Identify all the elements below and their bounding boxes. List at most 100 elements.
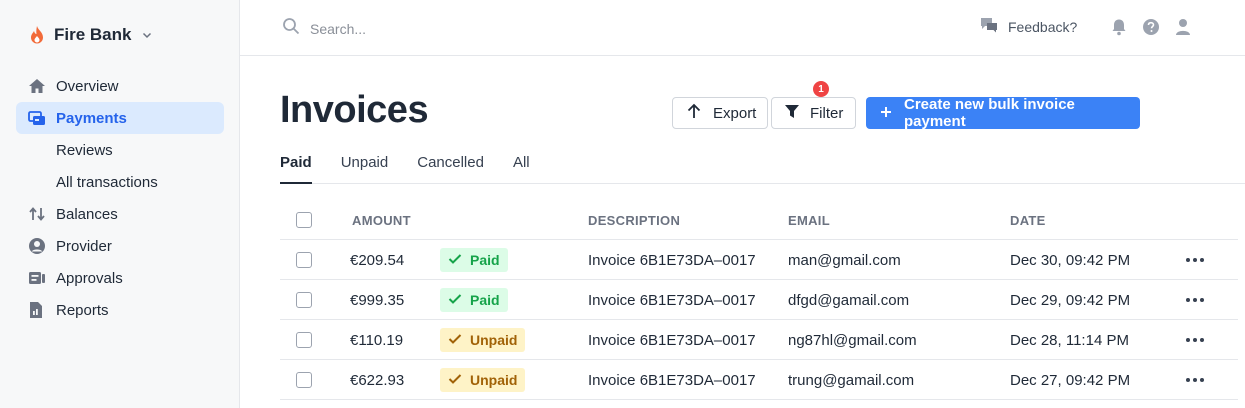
status-cell: Paid [440,240,508,280]
row-actions[interactable] [1186,280,1204,320]
sidebar-item-all-transactions[interactable]: All transactions [16,166,224,198]
email-cell: man@gmail.com [788,251,901,269]
check-icon [448,292,462,308]
arrow-up-icon [685,102,703,124]
description-cell: Invoice 6B1E73DA–0017 [588,331,756,349]
date-cell: Dec 27, 09:42 PM [1010,371,1131,389]
search-input[interactable] [310,20,610,37]
tab-cancelled[interactable]: Cancelled [417,150,484,184]
status-cell: Unpaid [440,320,526,360]
help-icon[interactable] [1142,18,1160,36]
flame-icon [28,25,46,45]
topbar-actions [1110,18,1192,36]
sidebar-item-balances[interactable]: Balances [16,198,224,230]
row-checkbox[interactable] [296,372,312,388]
more-horizontal-icon [1186,298,1204,302]
search-icon [282,17,300,40]
table-row[interactable]: €209.54 Paid Invoice 6B1E73DA–0017 man@g… [280,240,1238,280]
filter-button[interactable]: Filter [771,97,856,129]
table-row[interactable]: €622.93 Unpaid Invoice 6B1E73DA–0017 tru… [280,360,1238,400]
description-cell: Invoice 6B1E73DA–0017 [588,371,756,389]
sidebar-item-label: All transactions [56,173,158,191]
email-cell: trung@gamail.com [788,371,915,389]
row-actions[interactable] [1186,240,1204,280]
amount-cell: €110.19 [350,331,404,349]
user-icon[interactable] [1174,18,1192,36]
column-date[interactable]: DATE [1010,200,1046,240]
page-title: Invoices [280,89,429,131]
table-row[interactable]: €999.35 Paid Invoice 6B1E73DA–0017 dfgd@… [280,280,1238,320]
column-email[interactable]: EMAIL [788,200,830,240]
amount-cell: €999.35 [350,291,405,309]
reports-icon [16,301,56,319]
column-amount[interactable]: AMOUNT [352,200,411,240]
row-checkbox[interactable] [296,252,312,268]
more-horizontal-icon [1186,338,1204,342]
sidebar-item-payments[interactable]: Payments [16,102,224,134]
export-button[interactable]: Export [672,97,768,129]
sidebar-item-reviews[interactable]: Reviews [16,134,224,166]
search-box [282,17,610,40]
more-horizontal-icon [1186,258,1204,262]
row-actions[interactable] [1186,320,1204,360]
amount-cell: €622.93 [350,371,405,389]
check-icon [448,252,462,268]
tab-unpaid[interactable]: Unpaid [341,150,389,184]
sidebar-item-label: Reviews [56,141,113,159]
user-circle-icon [16,237,56,255]
status-badge: Paid [440,248,508,272]
export-label: Export [713,104,757,122]
select-all-cell [296,200,312,240]
sidebar-item-label: Balances [56,205,118,223]
date-cell: Dec 30, 09:42 PM [1010,251,1131,269]
feedback-label: Feedback? [1008,18,1078,35]
sidebar: Fire Bank Overview Payments Reviews All … [0,0,240,408]
amount-cell: €209.54 [350,251,405,269]
sidebar-item-provider[interactable]: Provider [16,230,224,262]
status-label: Unpaid [470,332,518,348]
row-select-cell [296,320,312,360]
table-header: AMOUNT DESCRIPTION EMAIL DATE [280,200,1238,240]
status-label: Paid [470,292,500,308]
topbar: Feedback? [240,0,1245,56]
column-description[interactable]: DESCRIPTION [588,200,680,240]
status-badge: Unpaid [440,328,526,352]
status-label: Unpaid [470,372,518,388]
create-label: Create new bulk invoice payment [904,96,1075,130]
chevron-down-icon [141,29,153,41]
sidebar-item-reports[interactable]: Reports [16,294,224,326]
invoices-table: AMOUNT DESCRIPTION EMAIL DATE €209.54 Pa… [280,200,1238,400]
description-cell: Invoice 6B1E73DA–0017 [588,291,756,309]
brand-name: Fire Bank [54,25,132,44]
row-actions[interactable] [1186,360,1204,400]
status-cell: Paid [440,280,508,320]
tab-all[interactable]: All [513,150,530,184]
payments-icon [16,110,56,126]
table-row[interactable]: €110.19 Unpaid Invoice 6B1E73DA–0017 ng8… [280,320,1238,360]
sidebar-nav: Overview Payments Reviews All transactio… [16,70,224,326]
select-all-checkbox[interactable] [296,212,312,228]
row-checkbox[interactable] [296,292,312,308]
row-select-cell [296,240,312,280]
bell-icon[interactable] [1110,18,1128,36]
check-icon [448,332,462,348]
tab-paid[interactable]: Paid [280,150,312,184]
filter-icon [784,103,800,123]
feedback-button[interactable]: Feedback? [980,17,1077,36]
status-cell: Unpaid [440,360,526,400]
swap-arrows-icon [16,206,56,222]
chat-icon [980,17,998,36]
filter-count-badge: 1 [813,81,829,97]
row-checkbox[interactable] [296,332,312,348]
row-select-cell [296,360,312,400]
check-icon [448,372,462,388]
sidebar-item-approvals[interactable]: Approvals [16,262,224,294]
status-badge: Paid [440,288,508,312]
sidebar-item-overview[interactable]: Overview [16,70,224,102]
approvals-icon [16,270,56,286]
create-bulk-invoice-button[interactable]: Create new bulk invoice payment [866,96,1140,130]
brand-switcher[interactable]: Fire Bank [28,22,153,48]
date-cell: Dec 29, 09:42 PM [1010,291,1131,309]
sidebar-item-label: Payments [56,109,127,127]
filter-label: Filter [810,104,844,122]
